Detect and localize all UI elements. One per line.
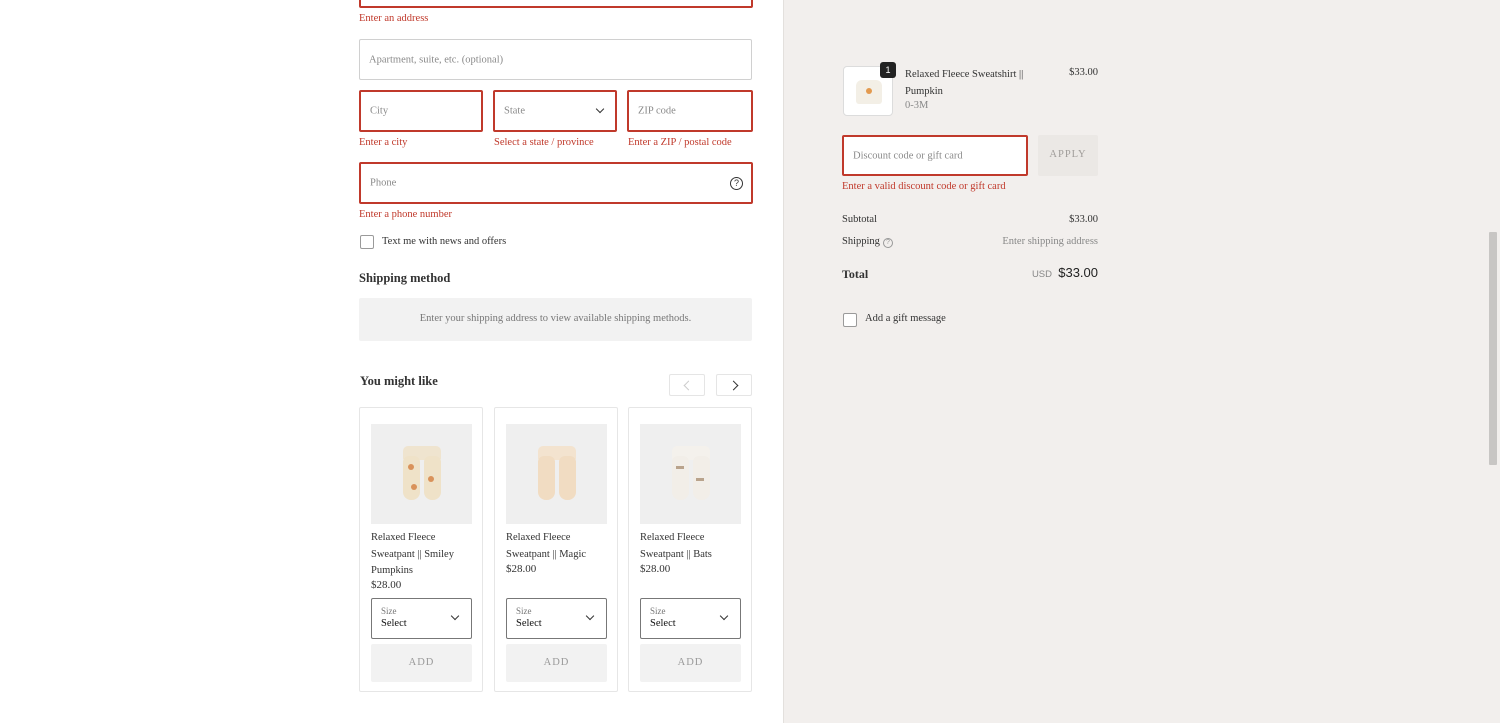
chevron-left-icon [683,380,694,391]
total-value: $33.00 [1058,265,1098,280]
carousel-prev-button[interactable] [669,374,705,396]
scrollbar[interactable] [1485,0,1500,723]
size-value: Select [516,618,542,629]
discount-input[interactable]: Discount code or gift card [842,135,1028,176]
size-select[interactable]: Size Select [506,598,607,639]
quantity-badge: 1 [880,62,896,78]
add-to-cart-button[interactable]: ADD [506,644,607,682]
apartment-placeholder: Apartment, suite, etc. (optional) [369,54,504,65]
product-image[interactable] [640,424,741,524]
cart-item-price: $33.00 [1069,67,1098,78]
shipping-help-icon[interactable]: ? [883,238,893,248]
size-label: Size [650,606,666,616]
apply-discount-button[interactable]: APPLY [1038,135,1098,176]
sweatshirt-image [856,80,882,104]
product-name[interactable]: Relaxed Fleece Sweatpant || Bats [640,530,744,563]
subtotal-value: $33.00 [1069,214,1098,225]
shipping-method-message: Enter your shipping address to view avai… [419,313,692,324]
gift-message-label: Add a gift message [865,313,946,324]
address-field[interactable] [359,0,753,8]
phone-error: Enter a phone number [359,209,453,220]
shipping-method-box: Enter your shipping address to view avai… [359,298,752,341]
product-price: $28.00 [371,579,402,591]
add-button-label: ADD [543,657,570,668]
state-placeholder: State [504,105,525,117]
sms-label: Text me with news and offers [382,236,507,247]
zip-placeholder: ZIP code [638,105,676,117]
shipping-label: Shipping [842,236,880,247]
state-select[interactable]: State [493,90,617,132]
sweatpant-image [672,446,710,502]
add-to-cart-button[interactable]: ADD [371,644,472,682]
checkout-form-panel: Enter an address Apartment, suite, etc. … [0,0,783,723]
shipping-value: Enter shipping address [1002,236,1098,247]
subtotal-label: Subtotal [842,214,878,225]
product-price: $28.00 [506,563,537,575]
zip-error: Enter a ZIP / postal code [628,137,732,148]
chevron-down-icon [585,611,595,621]
phone-field[interactable]: Phone ? [359,162,753,204]
address-error: Enter an address [359,13,429,24]
apartment-field[interactable]: Apartment, suite, etc. (optional) [359,39,752,80]
product-image[interactable] [371,424,472,524]
zip-field[interactable]: ZIP code [627,90,753,132]
shipping-method-title: Shipping method [359,271,451,285]
scrollbar-thumb[interactable] [1489,232,1497,465]
chevron-down-icon [595,104,605,114]
apply-label: APPLY [1049,149,1087,160]
cart-item-variant: 0-3M [905,100,929,111]
cart-item-name: Relaxed Fleece Sweatshirt || Pumpkin [905,69,1024,97]
size-value: Select [650,618,676,629]
product-card[interactable]: Relaxed Fleece Sweatpant || Bats $28.00 … [628,407,752,692]
carousel-next-button[interactable] [716,374,752,396]
product-name[interactable]: Relaxed Fleece Sweatpant || Magic [506,530,610,563]
chevron-down-icon [450,611,460,621]
city-error: Enter a city [359,137,408,148]
help-icon[interactable]: ? [730,177,743,190]
size-label: Size [516,606,532,616]
city-placeholder: City [370,105,389,117]
sms-checkbox[interactable] [360,235,374,249]
chevron-right-icon [728,380,739,391]
size-value: Select [381,618,407,629]
discount-error: Enter a valid discount code or gift card [842,181,1006,192]
chevron-down-icon [719,611,729,621]
product-price: $28.00 [640,563,671,575]
product-name[interactable]: Relaxed Fleece Sweatpant || Smiley Pumpk… [371,530,475,580]
add-button-label: ADD [408,657,435,668]
state-error: Select a state / province [494,137,594,148]
add-to-cart-button[interactable]: ADD [640,644,741,682]
phone-placeholder: Phone [370,177,397,189]
product-card[interactable]: Relaxed Fleece Sweatpant || Smiley Pumpk… [359,407,483,692]
size-label: Size [381,606,397,616]
total-label: Total [842,267,869,281]
discount-placeholder: Discount code or gift card [853,150,963,161]
recommendations-title: You might like [360,374,438,388]
sweatpant-image [538,446,576,502]
product-card[interactable]: Relaxed Fleece Sweatpant || Magic $28.00… [494,407,618,692]
size-select[interactable]: Size Select [640,598,741,639]
size-select[interactable]: Size Select [371,598,472,639]
city-field[interactable]: City [359,90,483,132]
sweatpant-image [403,446,441,502]
add-button-label: ADD [677,657,704,668]
gift-message-checkbox[interactable] [843,313,857,327]
product-image[interactable] [506,424,607,524]
